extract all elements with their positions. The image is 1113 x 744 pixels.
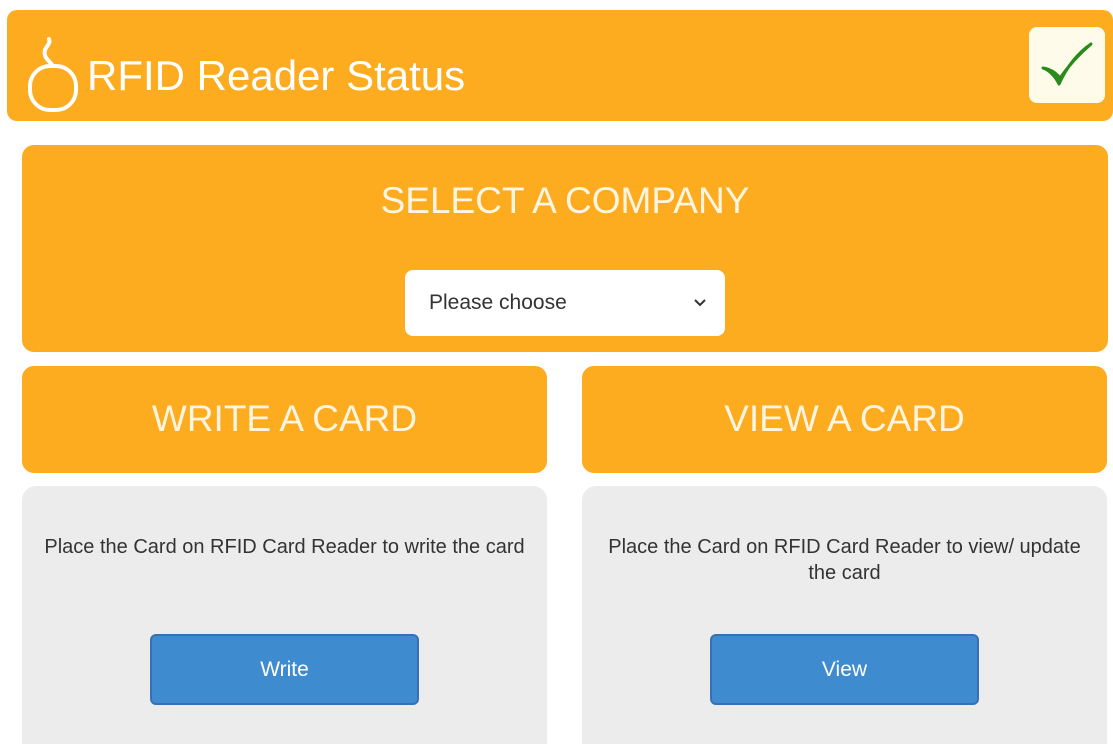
company-select[interactable]: Please choose xyxy=(405,270,725,336)
write-card-panel: Place the Card on RFID Card Reader to wr… xyxy=(22,486,547,744)
reader-status-indicator xyxy=(1029,27,1105,103)
company-panel-title: SELECT A COMPANY xyxy=(380,180,750,221)
write-button[interactable]: Write xyxy=(150,634,419,705)
company-panel: SELECT A COMPANY Please choose xyxy=(22,145,1108,352)
view-card-title: VIEW A CARD xyxy=(724,398,965,439)
page-title: RFID Reader Status xyxy=(87,52,466,99)
view-card-panel: Place the Card on RFID Card Reader to vi… xyxy=(582,486,1107,744)
chevron-down-icon xyxy=(694,299,706,307)
write-card-title: WRITE A CARD xyxy=(151,398,418,439)
mouse-icon xyxy=(28,37,78,112)
check-icon xyxy=(1041,42,1093,86)
view-card-description: Place the Card on RFID Card Reader to vi… xyxy=(608,536,1081,584)
write-card-description: Place the Card on RFID Card Reader to wr… xyxy=(44,536,525,558)
view-card-header: VIEW A CARD xyxy=(582,366,1107,473)
view-button[interactable]: View xyxy=(710,634,979,705)
header-bar: RFID Reader Status xyxy=(7,10,1113,121)
write-card-header: WRITE A CARD xyxy=(22,366,547,473)
company-select-value: Please choose xyxy=(429,291,567,314)
